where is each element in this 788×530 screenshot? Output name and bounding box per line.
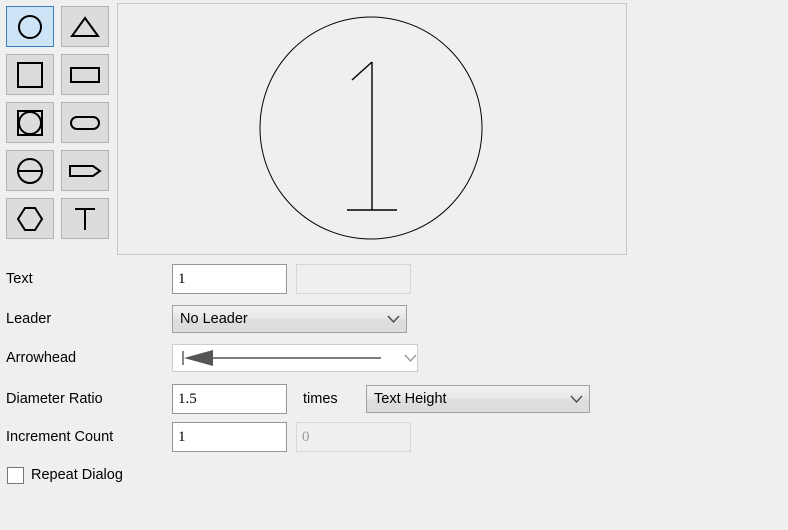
chevron-down-icon <box>404 350 417 366</box>
repeat-dialog-label: Repeat Dialog <box>31 467 123 483</box>
chevron-down-icon <box>563 395 589 404</box>
text-label: Text <box>6 271 33 287</box>
arrowhead-style-icon <box>173 345 404 371</box>
preview-text-glyph <box>347 61 397 211</box>
circle-in-box-icon <box>16 109 44 137</box>
arrowhead-dropdown[interactable] <box>172 344 418 372</box>
increment-count-secondary-input <box>296 422 411 452</box>
circle-icon <box>17 14 43 40</box>
shape-tool-palette <box>6 6 110 239</box>
tool-button-triangle[interactable] <box>61 6 109 47</box>
tool-button-flag[interactable] <box>61 150 109 191</box>
diameter-ratio-input[interactable] <box>172 384 287 414</box>
triangle-icon <box>70 15 100 39</box>
text-tool-icon <box>72 205 98 233</box>
leader-dropdown[interactable]: No Leader <box>172 305 407 333</box>
form-row-leader: Leader No Leader <box>0 302 788 336</box>
chevron-down-icon <box>380 315 406 324</box>
tool-button-circle[interactable] <box>6 6 54 47</box>
arrowhead-label: Arrowhead <box>6 350 77 366</box>
text-secondary-input <box>296 264 411 294</box>
form-row-increment-count: Increment Count <box>0 420 788 454</box>
form-row-text: Text <box>0 262 788 296</box>
text-input[interactable] <box>172 264 287 294</box>
square-icon <box>16 61 44 89</box>
diameter-units-value: Text Height <box>374 391 447 407</box>
hexagon-icon <box>16 205 44 233</box>
preview-drawing <box>259 16 483 240</box>
tool-button-square[interactable] <box>6 54 54 95</box>
balloon-preview-panel <box>117 3 627 255</box>
tool-button-hexagon[interactable] <box>6 198 54 239</box>
tool-button-text-only[interactable] <box>61 198 109 239</box>
repeat-dialog-checkbox[interactable] <box>7 466 24 484</box>
leader-label: Leader <box>6 311 52 327</box>
split-circle-icon <box>16 157 44 185</box>
diameter-units-dropdown[interactable]: Text Height <box>366 385 590 413</box>
leader-dropdown-value: No Leader <box>180 311 248 327</box>
times-label: times <box>303 391 338 407</box>
repeat-dialog-row: Repeat Dialog <box>0 462 123 488</box>
form-row-diameter-ratio: Diameter Ratio times Text Height <box>0 382 788 416</box>
stadium-icon <box>69 114 101 132</box>
diameter-ratio-label: Diameter Ratio <box>6 391 103 407</box>
form-row-arrowhead: Arrowhead <box>0 341 788 375</box>
tool-button-rectangle[interactable] <box>61 54 109 95</box>
increment-count-label: Increment Count <box>6 429 114 445</box>
tool-button-stadium[interactable] <box>61 102 109 143</box>
flag-icon <box>68 162 102 180</box>
preview-circle-shape <box>259 16 483 240</box>
rectangle-icon <box>69 65 101 85</box>
tool-button-circle-in-box[interactable] <box>6 102 54 143</box>
tool-button-split-circle[interactable] <box>6 150 54 191</box>
increment-count-input[interactable] <box>172 422 287 452</box>
